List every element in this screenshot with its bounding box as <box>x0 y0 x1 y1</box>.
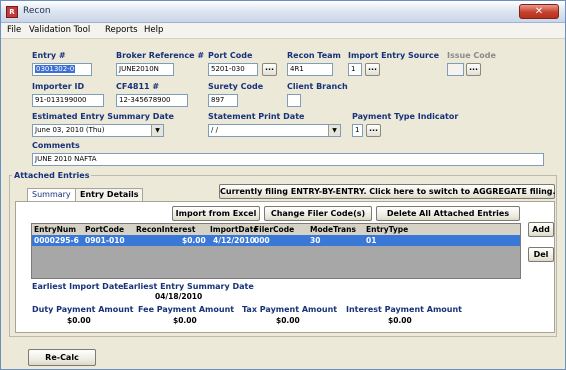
menu-file[interactable]: File <box>7 25 21 35</box>
client-branch-label: Client Branch <box>287 82 348 91</box>
cf4811-label: CF4811 # <box>116 82 160 91</box>
fee-payment-value: $0.00 <box>173 316 197 325</box>
port-code-field[interactable]: 5201-030 <box>208 63 258 76</box>
recon-team-label: Recon Team <box>287 51 341 60</box>
recon-window: R Recon ✕ File Validation Tool Reports H… <box>0 0 566 370</box>
recalc-button[interactable]: Re-Calc <box>28 349 96 366</box>
estimated-summary-date-value: June 03, 2010 (Thu) <box>35 126 105 134</box>
import-entry-source-label: Import Entry Source <box>348 51 440 60</box>
comments-label: Comments <box>32 141 80 150</box>
import-entry-source-field[interactable]: 1 <box>348 63 362 76</box>
menu-reports[interactable]: Reports <box>105 25 138 35</box>
title-bar[interactable]: R Recon ✕ <box>1 1 565 23</box>
surety-code-label: Surety Code <box>208 82 264 91</box>
interest-payment-label: Interest Payment Amount <box>346 305 462 314</box>
del-button[interactable]: Del <box>528 247 554 262</box>
earliest-summary-date-value: 04/18/2010 <box>155 292 203 301</box>
interest-payment-value: $0.00 <box>388 316 412 325</box>
issue-code-field[interactable] <box>447 63 464 76</box>
payment-type-field[interactable]: 1 <box>352 124 363 137</box>
add-button[interactable]: Add <box>528 222 554 237</box>
cell-portcode: 0901-010 <box>85 236 125 245</box>
port-code-lookup-button[interactable]: ... <box>262 63 277 76</box>
import-source-lookup-button[interactable]: ... <box>365 63 380 76</box>
importer-id-label: Importer ID <box>32 82 85 91</box>
cell-reconinterest: $0.00 <box>182 236 206 245</box>
grid-header: EntryNum PortCode ReconInterest ImportDa… <box>32 224 520 235</box>
close-button[interactable]: ✕ <box>519 4 559 19</box>
cell-entrynum: 0000295-6 <box>34 236 79 245</box>
chevron-down-icon[interactable]: ▼ <box>151 125 163 136</box>
port-code-label: Port Code <box>208 51 253 60</box>
delete-all-attached-button[interactable]: Delete All Attached Entries <box>376 206 520 221</box>
attached-entries-label: Attached Entries <box>12 171 92 180</box>
col-importdate[interactable]: ImportDate <box>210 225 258 234</box>
issue-code-label: Issue Code <box>447 51 496 60</box>
tax-payment-label: Tax Payment Amount <box>242 305 338 314</box>
tab-entry-details[interactable]: Entry Details <box>75 188 144 202</box>
col-modetrans[interactable]: ModeTrans <box>310 225 356 234</box>
broker-reference-field[interactable]: JUNE2010N <box>116 63 174 76</box>
change-filer-codes-button[interactable]: Change Filer Code(s) <box>264 206 372 221</box>
estimated-summary-date-label: Estimated Entry Summary Date <box>32 112 174 121</box>
close-icon: ✕ <box>534 6 544 17</box>
col-filercode[interactable]: FilerCode <box>254 225 294 234</box>
fee-payment-label: Fee Payment Amount <box>138 305 235 314</box>
importer-id-field[interactable]: 91-013199000 <box>32 94 104 107</box>
entry-number-value: 0301302-0 <box>35 65 76 73</box>
col-reconinterest[interactable]: ReconInterest <box>136 225 195 234</box>
table-row[interactable]: 0000295-6 0901-010 $0.00 4/12/2010 000 3… <box>32 235 520 246</box>
cf4811-field[interactable]: 12-345678900 <box>116 94 188 107</box>
col-portcode[interactable]: PortCode <box>85 225 124 234</box>
cell-modetrans: 30 <box>310 236 321 245</box>
earliest-import-date-label: Earliest Import Date <box>32 282 124 291</box>
cell-entrytype: 01 <box>366 236 377 245</box>
payment-type-label: Payment Type Indicator <box>352 112 459 121</box>
issue-code-lookup-button[interactable]: ... <box>466 63 481 76</box>
earliest-summary-date-label: Earliest Entry Summary Date <box>123 282 254 291</box>
cell-importdate: 4/12/2010 <box>213 236 256 245</box>
comments-field[interactable]: JUNE 2010 NAFTA <box>32 153 544 166</box>
cell-filercode: 000 <box>254 236 270 245</box>
surety-code-field[interactable]: 897 <box>208 94 238 107</box>
menu-help[interactable]: Help <box>144 25 163 35</box>
col-entrytype[interactable]: EntryType <box>366 225 408 234</box>
col-entrynum[interactable]: EntryNum <box>34 225 76 234</box>
entry-number-label: Entry # <box>32 51 66 60</box>
entry-number-field[interactable]: 0301302-0 <box>32 63 92 76</box>
statement-print-date-label: Statement Print Date <box>208 112 305 121</box>
statement-print-date-dropdown[interactable]: / / ▼ <box>208 124 341 137</box>
recon-team-field[interactable]: 4R1 <box>287 63 333 76</box>
tax-payment-value: $0.00 <box>276 316 300 325</box>
duty-payment-label: Duty Payment Amount <box>32 305 134 314</box>
menu-validation-tool[interactable]: Validation Tool <box>29 25 90 35</box>
window-title: Recon <box>23 6 51 16</box>
switch-filing-mode-button[interactable]: Currently filing ENTRY-BY-ENTRY. Click h… <box>219 184 556 199</box>
menu-bar: File Validation Tool Reports Help <box>1 23 565 39</box>
chevron-down-icon[interactable]: ▼ <box>328 125 340 136</box>
broker-reference-label: Broker Reference # <box>116 51 205 60</box>
estimated-summary-date-dropdown[interactable]: June 03, 2010 (Thu) ▼ <box>32 124 164 137</box>
attached-entries-grid[interactable]: EntryNum PortCode ReconInterest ImportDa… <box>31 223 521 279</box>
duty-payment-value: $0.00 <box>67 316 91 325</box>
import-from-excel-button[interactable]: Import from Excel <box>172 206 260 221</box>
client-branch-field[interactable] <box>287 94 301 107</box>
statement-print-date-value: / / <box>211 126 218 134</box>
app-icon: R <box>6 6 18 18</box>
payment-type-lookup-button[interactable]: ... <box>366 124 381 137</box>
tab-summary[interactable]: Summary <box>27 188 76 202</box>
